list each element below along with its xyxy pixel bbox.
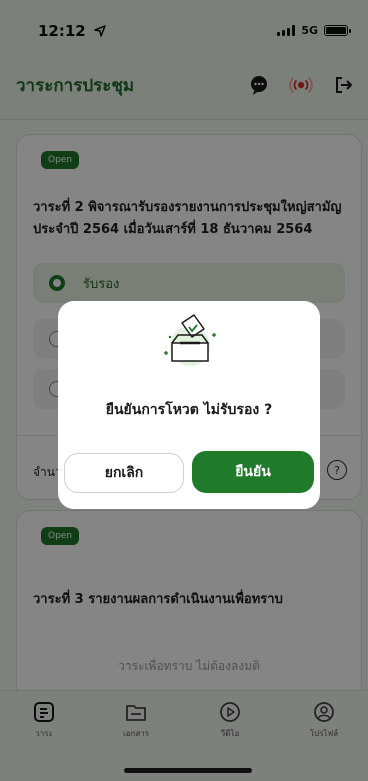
confirm-button[interactable]: ยืนยัน (192, 451, 314, 493)
confirm-vote-dialog: ยืนยันการโหวต ไม่รับรอง ? ยกเลิก ยืนยัน (58, 301, 320, 509)
ballot-box-icon (158, 313, 222, 369)
confirm-message: ยืนยันการโหวต ไม่รับรอง ? (105, 402, 273, 418)
cancel-button[interactable]: ยกเลิก (64, 453, 184, 493)
app-screen: 12:12 5G วาระการประชุม Open วาระที่ 2 พิ… (0, 0, 368, 781)
